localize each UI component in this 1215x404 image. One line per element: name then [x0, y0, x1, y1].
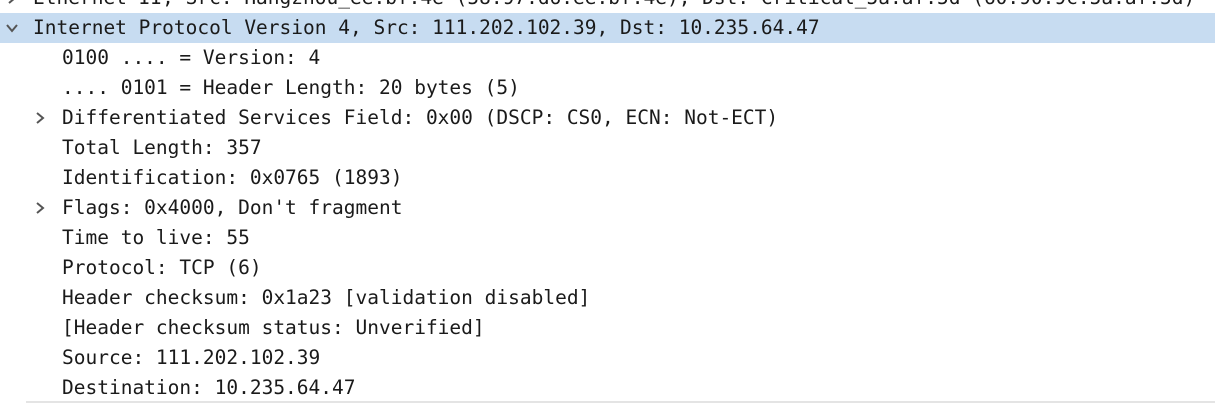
tree-row-label: 0100 .... = Version: 4	[62, 46, 321, 69]
tree-row-label: Total Length: 357	[62, 136, 262, 159]
tree-row-ethernet[interactable]: Ethernet II, Src: Hangzhou_ee:bf:4e (58:…	[0, 0, 1215, 13]
chevron-right-icon[interactable]	[30, 193, 50, 223]
tree-row-label: Internet Protocol Version 4, Src: 111.20…	[33, 16, 820, 39]
tree-row-label: Identification: 0x0765 (1893)	[62, 166, 403, 189]
tree-row-label: [Header checksum status: Unverified]	[62, 316, 485, 339]
chevron-right-icon[interactable]	[2, 0, 22, 13]
tree-row-label: .... 0101 = Header Length: 20 bytes (5)	[62, 76, 520, 99]
chevron-down-icon[interactable]	[2, 13, 22, 43]
tree-row-ttl[interactable]: Time to live: 55	[0, 223, 1215, 253]
tree-row-identification[interactable]: Identification: 0x0765 (1893)	[0, 163, 1215, 193]
tree-row-label: Differentiated Services Field: 0x00 (DSC…	[62, 106, 779, 129]
tree-row-flags[interactable]: Flags: 0x4000, Don't fragment	[0, 193, 1215, 223]
tree-row-total-length[interactable]: Total Length: 357	[0, 133, 1215, 163]
tree-row-version[interactable]: 0100 .... = Version: 4	[0, 43, 1215, 73]
packet-details-tree: Ethernet II, Src: Hangzhou_ee:bf:4e (58:…	[0, 0, 1215, 403]
tree-row-label: Source: 111.202.102.39	[62, 346, 321, 369]
tree-row-checksum-status[interactable]: [Header checksum status: Unverified]	[0, 313, 1215, 343]
chevron-right-icon[interactable]	[30, 103, 50, 133]
pane-divider	[26, 401, 1215, 403]
tree-row-label: Ethernet II, Src: Hangzhou_ee:bf:4e (58:…	[33, 0, 1195, 13]
tree-row-label: Time to live: 55	[62, 226, 250, 249]
tree-row-header-length[interactable]: .... 0101 = Header Length: 20 bytes (5)	[0, 73, 1215, 103]
tree-row-label: Protocol: TCP (6)	[62, 256, 262, 279]
tree-row-destination[interactable]: Destination: 10.235.64.47	[0, 373, 1215, 403]
tree-row-source[interactable]: Source: 111.202.102.39	[0, 343, 1215, 373]
tree-row-label: Flags: 0x4000, Don't fragment	[62, 196, 403, 219]
tree-row-label: Header checksum: 0x1a23 [validation disa…	[62, 286, 591, 309]
tree-row-checksum[interactable]: Header checksum: 0x1a23 [validation disa…	[0, 283, 1215, 313]
tree-row-protocol[interactable]: Protocol: TCP (6)	[0, 253, 1215, 283]
tree-row-dsfield[interactable]: Differentiated Services Field: 0x00 (DSC…	[0, 103, 1215, 133]
tree-row-ipv4[interactable]: Internet Protocol Version 4, Src: 111.20…	[0, 13, 1215, 43]
tree-row-label: Destination: 10.235.64.47	[62, 376, 356, 399]
